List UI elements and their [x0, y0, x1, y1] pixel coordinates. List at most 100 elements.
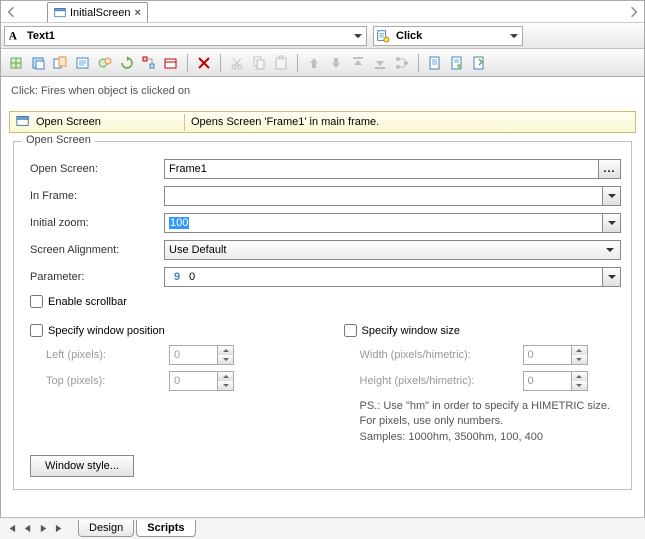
object-selector-value: Text1 — [23, 30, 350, 42]
open-screen-input[interactable]: Frame1 — [164, 159, 599, 179]
toolbar-separator — [220, 54, 221, 72]
event-selector[interactable]: Click — [373, 26, 523, 46]
tool-btn-1[interactable] — [7, 53, 27, 73]
top-spinner[interactable]: 0 — [169, 371, 234, 391]
move-top-icon — [348, 53, 368, 73]
left-label: Left (pixels): — [46, 349, 161, 361]
screen-alignment-value: Use Default — [169, 244, 226, 256]
in-frame-input[interactable] — [164, 186, 603, 206]
tool-btn-8[interactable] — [161, 53, 181, 73]
initial-zoom-value: 100 — [169, 217, 189, 229]
hint-line-3: Samples: 1000hm, 3500hm, 100, 400 — [360, 430, 622, 445]
parameter-label: Parameter: — [24, 271, 164, 283]
initial-zoom-input[interactable]: 100 — [164, 213, 603, 233]
tool-btn-5[interactable] — [95, 53, 115, 73]
action-name: Open Screen — [36, 116, 101, 128]
move-bottom-icon — [370, 53, 390, 73]
event-description: Click: Fires when object is clicked on — [1, 77, 644, 105]
left-value: 0 — [169, 345, 218, 365]
action-row[interactable]: Open Screen Opens Screen 'Frame1' in mai… — [9, 111, 636, 133]
event-selector-value: Click — [392, 30, 506, 42]
open-screen-label: Open Screen: — [24, 163, 164, 175]
number-type-icon: 9 — [169, 271, 185, 283]
text-object-icon: A — [5, 29, 23, 43]
hint-line-1: PS.: Use "hm" in order to specify a HIME… — [360, 399, 622, 414]
close-icon[interactable]: × — [135, 7, 141, 19]
tool-btn-4[interactable] — [73, 53, 93, 73]
initial-zoom-label: Initial zoom: — [24, 217, 164, 229]
height-value: 0 — [523, 371, 572, 391]
doc-tabs-next-icon[interactable] — [628, 6, 640, 18]
paste-icon — [271, 53, 291, 73]
doc-tabs-prev-icon[interactable] — [5, 6, 17, 18]
spinner-up-icon[interactable] — [218, 346, 233, 355]
last-icon[interactable] — [52, 522, 66, 536]
tab-design[interactable]: Design — [78, 520, 134, 537]
move-down-icon — [326, 53, 346, 73]
chevron-down-icon[interactable] — [506, 30, 522, 42]
window-style-button[interactable]: Window style... — [30, 455, 134, 477]
tab-scripts[interactable]: Scripts — [136, 520, 195, 537]
tool-btn-2[interactable] — [29, 53, 49, 73]
toolbar — [1, 49, 644, 77]
chevron-down-icon[interactable] — [603, 267, 621, 287]
tool-btn-6[interactable] — [117, 53, 137, 73]
top-label: Top (pixels): — [46, 375, 161, 387]
width-value: 0 — [523, 345, 572, 365]
document-tab-initialscreen[interactable]: InitialScreen × — [47, 2, 148, 22]
doc-tool-3[interactable] — [469, 53, 489, 73]
object-event-bar: A Text1 Click — [1, 23, 644, 49]
screen-alignment-select[interactable]: Use Default — [164, 240, 621, 260]
doc-tool-1[interactable] — [425, 53, 445, 73]
delete-icon[interactable] — [194, 53, 214, 73]
height-spinner[interactable]: 0 — [523, 371, 588, 391]
doc-tool-2[interactable] — [447, 53, 467, 73]
tree-tool-icon — [392, 53, 412, 73]
document-tab-bar: InitialScreen × — [1, 1, 644, 23]
in-frame-label: In Frame: — [24, 190, 164, 202]
tool-btn-3[interactable] — [51, 53, 71, 73]
hint-line-2: For pixels, use only numbers. — [360, 414, 622, 429]
spinner-down-icon[interactable] — [218, 381, 233, 390]
open-screen-value: Frame1 — [169, 163, 207, 175]
spinner-up-icon[interactable] — [572, 346, 587, 355]
left-spinner[interactable]: 0 — [169, 345, 234, 365]
specify-size-label: Specify window size — [362, 325, 460, 337]
specify-position-checkbox[interactable] — [30, 324, 43, 337]
fieldset-title: Open Screen — [22, 134, 95, 146]
chevron-down-icon[interactable] — [603, 186, 621, 206]
toolbar-separator — [418, 54, 419, 72]
chevron-down-icon[interactable] — [603, 213, 621, 233]
document-tab-label: InitialScreen — [70, 7, 131, 19]
first-icon[interactable] — [4, 522, 18, 536]
toolbar-separator — [297, 54, 298, 72]
prev-icon[interactable] — [20, 522, 34, 536]
spinner-up-icon[interactable] — [572, 372, 587, 381]
width-spinner[interactable]: 0 — [523, 345, 588, 365]
enable-scrollbar-label: Enable scrollbar — [48, 296, 127, 308]
height-label: Height (pixels/himetric): — [360, 375, 515, 387]
spinner-down-icon[interactable] — [218, 355, 233, 364]
object-selector[interactable]: A Text1 — [4, 26, 367, 46]
specify-size-checkbox[interactable] — [344, 324, 357, 337]
tool-btn-7[interactable] — [139, 53, 159, 73]
spinner-up-icon[interactable] — [218, 372, 233, 381]
bottom-tab-bar: Design Scripts — [0, 517, 645, 539]
cut-icon — [227, 53, 247, 73]
specify-position-label: Specify window position — [48, 325, 165, 337]
move-up-icon — [304, 53, 324, 73]
himetric-hint: PS.: Use "hm" in order to specify a HIME… — [360, 399, 622, 445]
chevron-down-icon[interactable] — [350, 30, 366, 42]
copy-icon — [249, 53, 269, 73]
enable-scrollbar-checkbox[interactable] — [30, 295, 43, 308]
parameter-input[interactable]: 9 0 — [164, 267, 603, 287]
parameter-value: 0 — [189, 271, 195, 283]
browse-button[interactable]: ... — [599, 159, 621, 179]
next-icon[interactable] — [36, 522, 50, 536]
screen-alignment-label: Screen Alignment: — [24, 244, 164, 256]
open-screen-icon — [16, 114, 30, 131]
event-icon — [374, 29, 392, 43]
spinner-down-icon[interactable] — [572, 381, 587, 390]
spinner-down-icon[interactable] — [572, 355, 587, 364]
width-label: Width (pixels/himetric): — [360, 349, 515, 361]
